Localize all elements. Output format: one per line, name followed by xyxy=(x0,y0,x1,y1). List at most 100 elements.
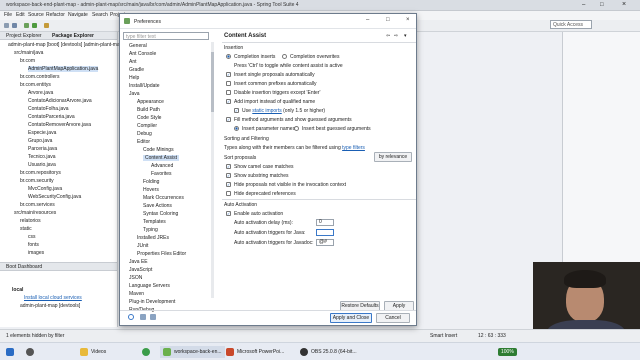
enable-auto-activation-checkbox[interactable]: ✓ xyxy=(226,211,231,216)
menu-icon[interactable]: ▾ xyxy=(404,33,407,39)
tree-item-syntax-coloring[interactable]: Syntax Coloring xyxy=(143,211,178,217)
tab-package-explorer[interactable]: Package Explorer xyxy=(52,33,94,39)
close-icon[interactable]: × xyxy=(622,1,626,8)
forward-icon[interactable]: ⇨ xyxy=(394,33,398,39)
sort-proposals-select[interactable]: by relevance xyxy=(374,152,412,162)
tree-item-java-ee[interactable]: Java EE xyxy=(129,259,148,265)
use-static-imports-checkbox[interactable]: ✓ xyxy=(234,108,239,113)
type-filters-link[interactable]: type filters xyxy=(342,145,365,151)
run-icon[interactable] xyxy=(32,23,37,28)
tree-item[interactable]: WebSecurityConfig.java xyxy=(28,194,81,200)
tree-scrollbar-thumb[interactable] xyxy=(211,52,214,112)
new-icon[interactable] xyxy=(4,23,9,28)
insert-single-checkbox[interactable]: ✓ xyxy=(226,72,231,77)
tree-item[interactable]: admin-plant-map [boot] [devtools] [admin… xyxy=(8,42,124,48)
insert-common-checkbox[interactable] xyxy=(226,81,231,86)
tree-item-build-path[interactable]: Build Path xyxy=(137,107,160,113)
tree-item[interactable]: br.com.entitys xyxy=(20,82,51,88)
tree-item-javascript[interactable]: JavaScript xyxy=(129,267,152,273)
help-icon[interactable] xyxy=(128,314,134,320)
install-services-link[interactable]: Install local cloud services xyxy=(24,295,82,301)
tree-item-ant[interactable]: Ant xyxy=(129,59,137,65)
dashboard-title[interactable]: Boot Dashboard xyxy=(6,264,42,270)
tree-item-appearance[interactable]: Appearance xyxy=(137,99,164,105)
tree-item-favorites[interactable]: Favorites xyxy=(151,171,172,177)
tree-item-installed-jres[interactable]: Installed JREs xyxy=(137,235,169,241)
tree-item[interactable]: br.com xyxy=(20,58,35,64)
tree-item-language-servers[interactable]: Language Servers xyxy=(129,283,170,289)
show-substring-checkbox[interactable]: ✓ xyxy=(226,173,231,178)
taskbar-item-sts[interactable]: workspace-back-en... xyxy=(160,346,225,358)
tree-item-properties-files-editor[interactable]: Properties Files Editor xyxy=(137,251,186,257)
taskbar-item-videos[interactable]: Videos xyxy=(80,346,106,358)
tree-item[interactable]: css xyxy=(28,234,36,240)
maximize-icon[interactable]: □ xyxy=(600,2,604,8)
tree-item-install-update[interactable]: Install/Update xyxy=(129,83,160,89)
import-icon[interactable] xyxy=(140,314,146,320)
tree-item[interactable]: Usuario.java xyxy=(28,162,56,168)
tree-item-content-assist[interactable]: Content Assist xyxy=(143,155,179,161)
java-triggers-input[interactable] xyxy=(316,229,334,236)
tree-item[interactable]: Parceria.java xyxy=(28,146,57,152)
tree-scrollbar[interactable] xyxy=(211,42,214,298)
tree-item[interactable]: ContatoAdicionarArvore.java xyxy=(28,98,92,104)
cancel-button[interactable]: Cancel xyxy=(376,313,410,323)
tree-item[interactable]: MvcConfig.java xyxy=(28,186,62,192)
disable-insertion-checkbox[interactable] xyxy=(226,90,231,95)
debug-icon[interactable] xyxy=(24,23,29,28)
tree-item[interactable]: Tecnico.java xyxy=(28,154,56,160)
add-import-checkbox[interactable]: ✓ xyxy=(226,99,231,104)
tree-item[interactable]: br.com.security xyxy=(20,178,54,184)
tree-item-editor[interactable]: Editor xyxy=(137,139,150,145)
tree-item[interactable]: br.com.controllers xyxy=(20,74,59,80)
menu-search[interactable]: Search xyxy=(92,12,108,18)
tree-item-typing[interactable]: Typing xyxy=(143,227,158,233)
javadoc-triggers-input[interactable]: @# xyxy=(316,239,334,246)
tree-item[interactable]: src/main/java xyxy=(14,50,43,56)
start-button[interactable] xyxy=(6,346,14,358)
insert-param-names-radio[interactable] xyxy=(234,126,239,131)
tree-item-maven[interactable]: Maven xyxy=(129,291,144,297)
tree-item-gradle[interactable]: Gradle xyxy=(129,67,144,73)
menu-refactor[interactable]: Refactor xyxy=(46,12,65,18)
tree-item[interactable]: images xyxy=(28,250,44,256)
tree-item-debug[interactable]: Debug xyxy=(137,131,152,137)
tree-item-templates[interactable]: Templates xyxy=(143,219,166,225)
tree-item[interactable]: ContatoFolha.java xyxy=(28,106,69,112)
tree-item-junit[interactable]: JUnit xyxy=(137,243,148,249)
tree-item[interactable]: Especie.java xyxy=(28,130,56,136)
quick-access-field[interactable]: Quick Access xyxy=(550,20,592,29)
tree-item-hovers[interactable]: Hovers xyxy=(143,187,159,193)
tree-item-mark-occurrences[interactable]: Mark Occurrences xyxy=(143,195,184,201)
completion-inserts-radio[interactable] xyxy=(226,54,231,59)
menu-edit[interactable]: Edit xyxy=(16,12,25,18)
completion-overwrites-radio[interactable] xyxy=(282,54,287,59)
tree-item[interactable]: ContatoRemoverArvore.java xyxy=(28,122,91,128)
apply-and-close-button[interactable]: Apply and Close xyxy=(330,313,372,323)
tree-item-code-minings[interactable]: Code Minings xyxy=(143,147,174,153)
filter-input[interactable]: type filter text xyxy=(123,32,209,40)
dialog-minimize-icon[interactable]: – xyxy=(366,17,369,23)
fill-method-checkbox[interactable]: ✓ xyxy=(226,117,231,122)
menu-file[interactable]: File xyxy=(4,12,12,18)
tree-item-compiler[interactable]: Compiler xyxy=(137,123,157,129)
menu-navigate[interactable]: Navigate xyxy=(68,12,88,18)
taskbar-item-obs[interactable]: OBS 25.0.8 (64-bit... xyxy=(300,346,357,358)
tree-item[interactable]: fonts xyxy=(28,242,39,248)
tree-item-json[interactable]: JSON xyxy=(129,275,142,281)
taskbar-item-powerpoint[interactable]: Microsoft PowerPoi... xyxy=(226,346,284,358)
dialog-close-icon[interactable]: × xyxy=(406,17,410,23)
insert-best-guessed-radio[interactable] xyxy=(294,126,299,131)
tree-item-save-actions[interactable]: Save Actions xyxy=(143,203,172,209)
hide-deprecated-checkbox[interactable] xyxy=(226,191,231,196)
battery-indicator[interactable]: 100% xyxy=(498,346,517,358)
save-icon[interactable] xyxy=(12,23,17,28)
delay-input[interactable]: 0 xyxy=(316,219,334,226)
tree-item-java[interactable]: Java xyxy=(129,91,140,97)
tree-item-plugin-development[interactable]: Plug-in Development xyxy=(129,299,175,305)
export-icon[interactable] xyxy=(150,314,156,320)
tree-item-general[interactable]: General xyxy=(129,43,147,49)
tree-item-folding[interactable]: Folding xyxy=(143,179,159,185)
tree-item[interactable]: ContatoParceria.java xyxy=(28,114,75,120)
tree-item[interactable]: Grupo.java xyxy=(28,138,52,144)
